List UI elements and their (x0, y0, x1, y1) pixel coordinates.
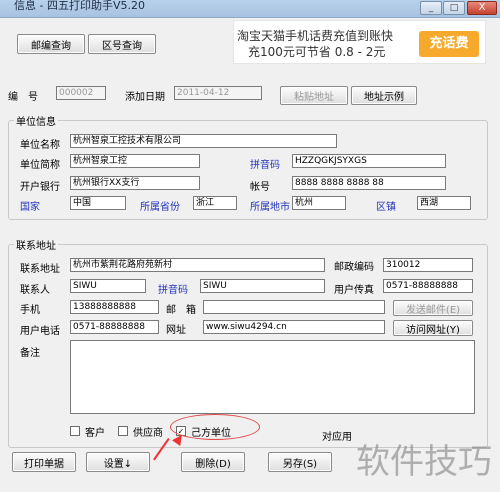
bank-label: 开户银行 (20, 182, 60, 193)
email-label: 邮 箱 (166, 305, 196, 316)
minimize-button[interactable]: _ (420, 1, 442, 15)
mobile-field[interactable]: 13888888888 (70, 300, 159, 314)
ad-banner[interactable]: 淘宝天猫手机话费充值到账快 充100元可节省 0.8 - 2元 充话费 (233, 20, 486, 64)
website-field[interactable]: www.siwu4294.cn (203, 320, 385, 334)
ad-line-1: 淘宝天猫手机话费充值到账快 (237, 29, 394, 43)
postcode-field[interactable]: 310012 (383, 258, 473, 272)
country-field[interactable]: 中国 (70, 196, 126, 210)
unit-short-field[interactable]: 杭州智泉工控 (70, 154, 200, 168)
contact-address-label: 联系地址 (20, 264, 60, 275)
customer-label: 客户 (85, 428, 105, 439)
number-field[interactable]: 000002 (56, 86, 106, 100)
print-document-button[interactable]: 打印单据 (12, 452, 76, 472)
fax-field[interactable]: 0571-88888888 (383, 279, 473, 293)
unit-info-legend: 单位信息 (14, 113, 58, 128)
website-label: 网址 (166, 325, 186, 336)
city-field[interactable]: 杭州 (292, 196, 346, 210)
watermark-text: 软件技巧 (356, 442, 492, 482)
notes-label: 备注 (20, 348, 40, 359)
postal-query-button[interactable]: 邮编查询 (17, 34, 85, 54)
paste-address-button[interactable]: 粘贴地址 (280, 86, 348, 105)
close-button[interactable]: X (467, 1, 497, 15)
title-bar: 信息 - 四五打印助手V5.20 _ □ X (0, 0, 500, 18)
customer-checkbox[interactable] (70, 426, 80, 436)
district-field[interactable]: 西湖 (417, 196, 471, 210)
window-title: 信息 - 四五打印助手V5.20 (14, 0, 145, 12)
contact-legend: 联系地址 (14, 237, 58, 252)
unit-name-label: 单位名称 (20, 140, 60, 151)
unit-short-label: 单位简称 (20, 160, 60, 171)
settings-button[interactable]: 设置↓ (86, 452, 150, 472)
address-example-button[interactable]: 地址示例 (351, 86, 417, 105)
unit-name-field[interactable]: 杭州智泉工控技术有限公司 (70, 134, 337, 148)
province-field[interactable]: 浙江 (193, 196, 237, 210)
visit-site-button[interactable]: 访问网址(Y) (393, 320, 473, 336)
contact-pinyin-label: 拼音码 (158, 285, 188, 296)
maximize-button[interactable]: □ (443, 1, 465, 15)
contact-address-field[interactable]: 杭州市紫荆花路府苑新村 (70, 258, 325, 272)
add-date-field[interactable]: 2011-04-12 (174, 86, 262, 100)
supplier-label: 供应商 (133, 428, 163, 439)
province-label: 所属省份 (140, 202, 180, 213)
add-date-label: 添加日期 (125, 92, 165, 103)
phone-label: 用户电话 (20, 326, 60, 337)
phone-field[interactable]: 0571-88888888 (70, 320, 159, 334)
truncated-label: 对应用 (322, 432, 352, 443)
contact-pinyin-field[interactable]: SIWU (200, 279, 325, 293)
account-field[interactable]: 8888 8888 8888 88 (292, 176, 446, 190)
unit-pinyin-field[interactable]: HZZQGKJSYXGS (292, 154, 446, 168)
delete-button[interactable]: 删除(D) (181, 452, 245, 472)
recharge-button[interactable]: 充话费 (419, 31, 479, 57)
ad-line-2: 充100元可节省 0.8 - 2元 (248, 45, 386, 59)
save-as-button[interactable]: 另存(S) (268, 452, 332, 472)
number-label: 编 号 (8, 92, 38, 103)
contact-person-field[interactable]: SIWU (70, 279, 146, 293)
bank-field[interactable]: 杭州银行XX支行 (70, 176, 200, 190)
country-label: 国家 (20, 202, 40, 213)
area-code-query-button[interactable]: 区号查询 (88, 34, 156, 54)
account-label: 帐号 (250, 182, 270, 193)
notes-field[interactable] (70, 340, 475, 414)
unit-pinyin-label: 拼音码 (250, 160, 280, 171)
postcode-label: 邮政编码 (334, 262, 374, 273)
mobile-label: 手机 (20, 305, 40, 316)
fax-label: 用户传真 (334, 285, 374, 296)
email-field[interactable] (203, 300, 385, 314)
send-mail-button[interactable]: 发送邮件(E) (393, 300, 473, 316)
district-label: 区镇 (376, 202, 396, 213)
city-label: 所属地市 (250, 202, 290, 213)
supplier-checkbox[interactable] (118, 426, 128, 436)
contact-person-label: 联系人 (20, 285, 50, 296)
